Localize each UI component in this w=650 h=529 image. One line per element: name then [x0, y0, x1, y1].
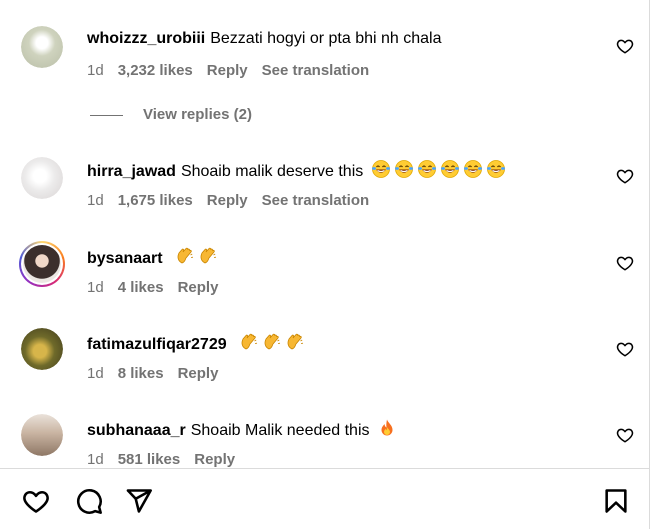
avatar[interactable] — [21, 328, 63, 370]
see-translation-button[interactable]: See translation — [262, 192, 370, 209]
like-comment-heart-icon[interactable] — [616, 167, 634, 185]
laughing-tears-emoji-icon — [394, 160, 413, 178]
comments-list: whoizzz_urobiii Bezzati hogyi or pta bhi … — [0, 0, 650, 468]
emoji-row — [236, 333, 305, 353]
reply-button[interactable]: Reply — [194, 451, 235, 468]
like-comment-heart-icon[interactable] — [616, 426, 634, 444]
comment-time[interactable]: 1d — [87, 451, 104, 468]
comment-username[interactable]: whoizzz_urobiii — [87, 30, 205, 47]
comment-time[interactable]: 1d — [87, 192, 104, 209]
laughing-tears-emoji-icon — [417, 160, 436, 178]
bookmark-icon[interactable] — [602, 487, 630, 515]
clapping-hands-emoji-icon — [200, 247, 217, 264]
comment-username[interactable]: subhanaaa_r — [87, 422, 186, 439]
comment-time[interactable]: 1d — [87, 365, 104, 382]
avatar[interactable] — [21, 157, 63, 199]
like-comment-heart-icon[interactable] — [616, 254, 634, 272]
comment-username[interactable]: bysanaart — [87, 250, 163, 267]
comment-text: Shoaib Malik needed this — [190, 422, 370, 439]
clapping-hands-emoji-icon — [287, 333, 304, 350]
comment-likes[interactable]: 581 likes — [118, 451, 181, 468]
clapping-hands-emoji-icon — [177, 247, 194, 264]
view-replies-button[interactable]: View replies (2) — [90, 106, 252, 123]
comment-likes[interactable]: 4 likes — [118, 279, 164, 296]
comment-likes[interactable]: 8 likes — [118, 365, 164, 382]
post-action-bar — [0, 469, 650, 529]
reply-button[interactable]: Reply — [207, 192, 248, 209]
comment-username[interactable]: hirra_jawad — [87, 163, 176, 180]
replies-dash — [90, 114, 123, 116]
emoji-row — [172, 247, 218, 267]
laughing-tears-emoji-icon — [486, 160, 505, 178]
avatar[interactable] — [21, 26, 63, 68]
reply-button[interactable]: Reply — [178, 365, 219, 382]
view-replies-label: View replies (2) — [143, 106, 252, 123]
comment-username[interactable]: fatimazulfiqar2729 — [87, 336, 227, 353]
avatar[interactable] — [21, 414, 63, 456]
like-comment-heart-icon[interactable] — [616, 37, 634, 55]
comment-text: Shoaib malik deserve this — [180, 163, 364, 180]
emoji-row — [368, 160, 506, 180]
comment-icon[interactable] — [75, 487, 103, 515]
clapping-hands-emoji-icon — [241, 333, 258, 350]
comment-likes[interactable]: 3,232 likes — [118, 62, 193, 79]
see-translation-button[interactable]: See translation — [262, 62, 370, 79]
comment-text: Bezzati hogyi or pta bhi nh chala — [210, 30, 442, 47]
like-comment-heart-icon[interactable] — [616, 340, 634, 358]
reply-button[interactable]: Reply — [207, 62, 248, 79]
fire-emoji-icon — [381, 419, 393, 436]
reply-button[interactable]: Reply — [178, 279, 219, 296]
avatar-story-ring[interactable] — [19, 241, 65, 287]
clapping-hands-emoji-icon — [264, 333, 281, 350]
laughing-tears-emoji-icon — [440, 160, 459, 178]
comment-likes[interactable]: 1,675 likes — [118, 192, 193, 209]
comment-time[interactable]: 1d — [87, 62, 104, 79]
laughing-tears-emoji-icon — [463, 160, 482, 178]
heart-icon[interactable] — [22, 487, 50, 515]
laughing-tears-emoji-icon — [371, 160, 390, 178]
emoji-row — [374, 419, 397, 439]
comment-time[interactable]: 1d — [87, 279, 104, 296]
share-icon[interactable] — [125, 487, 153, 515]
